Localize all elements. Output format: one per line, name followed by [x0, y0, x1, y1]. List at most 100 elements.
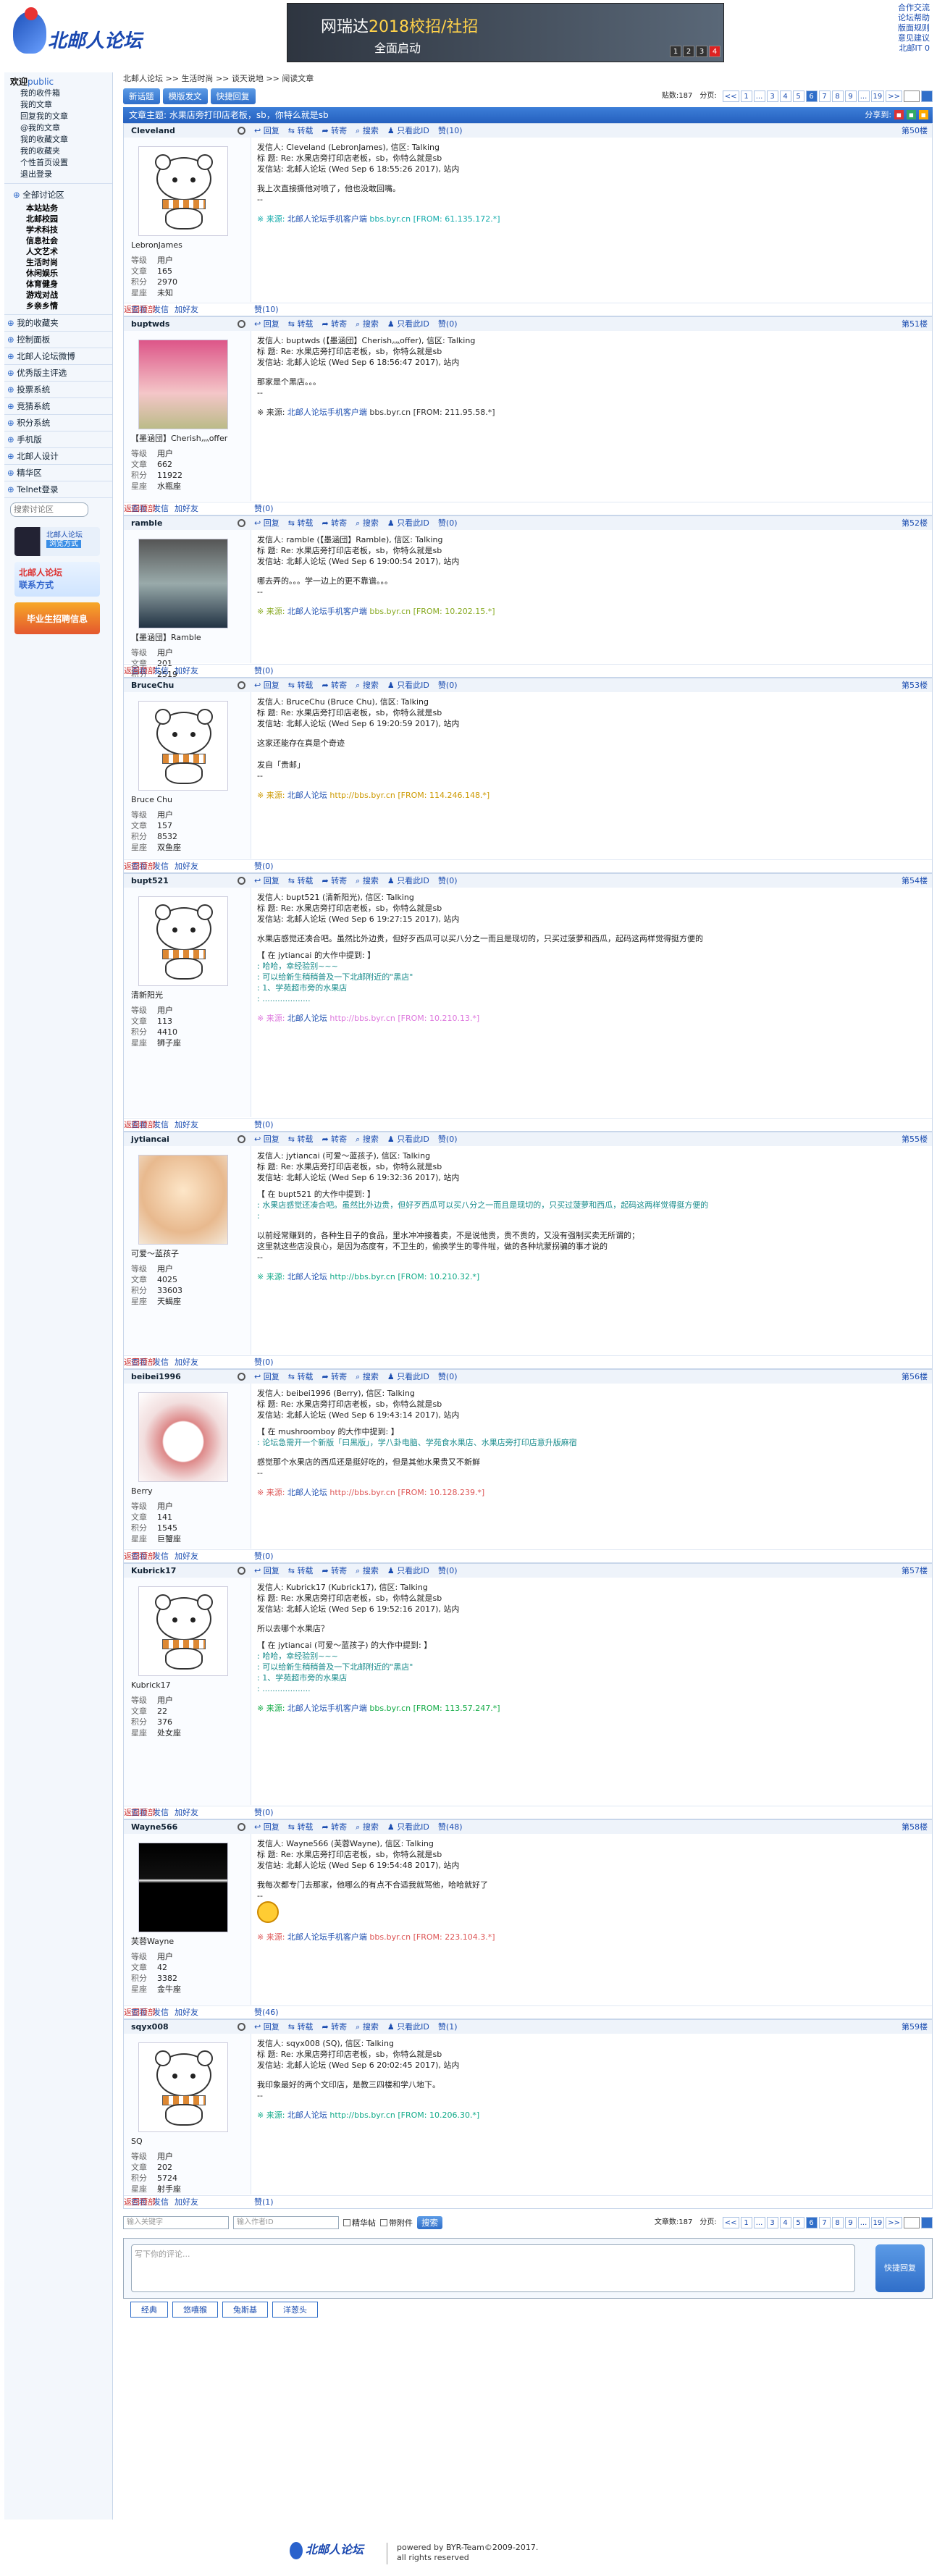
reply-button[interactable]: ↩ 回复	[254, 1820, 280, 1834]
back-to-top-link[interactable]: 返回顶部	[124, 2006, 932, 2019]
praise-count[interactable]: 赞(10)	[438, 124, 463, 138]
source-link[interactable]: 北邮人论坛手机客户端	[287, 1932, 367, 1942]
transfer-button[interactable]: ➦ 转寄	[322, 874, 347, 888]
floor-number[interactable]: 第58楼	[902, 1820, 932, 1834]
banner-dot[interactable]: 3	[696, 46, 707, 57]
post-author-id[interactable]: Cleveland	[124, 124, 251, 138]
emoji-tab[interactable]: 悠嘻猴	[172, 2302, 218, 2318]
sidebar-section-link[interactable]: 竞猜系统	[4, 398, 112, 415]
footer-logo[interactable]: 北邮人论坛	[290, 2540, 364, 2559]
post-author-id[interactable]: beibei1996	[124, 1370, 251, 1384]
page-link[interactable]: >>	[886, 91, 902, 102]
floor-number[interactable]: 第52楼	[902, 516, 932, 530]
page-link[interactable]: 1	[740, 2217, 752, 2228]
page-link[interactable]: 1	[740, 91, 752, 102]
source-link[interactable]: 北邮人论坛手机客户端	[287, 1704, 367, 1713]
back-to-top-link[interactable]: 返回顶部	[124, 1356, 932, 1368]
praise-count[interactable]: 赞(0)	[438, 678, 458, 692]
top-link[interactable]: 意见建议	[898, 33, 930, 43]
attachment-checkbox[interactable]: 带附件	[380, 2217, 413, 2228]
avatar[interactable]	[138, 539, 228, 628]
only-author-button[interactable]: ♟ 只看此ID	[387, 1564, 429, 1578]
avatar[interactable]	[138, 1155, 228, 1245]
avatar[interactable]	[138, 896, 228, 986]
search-post-button[interactable]: ⌕ 搜索	[356, 516, 379, 530]
forward-button[interactable]: ⇆ 转载	[288, 874, 314, 888]
sidebar-section-link[interactable]: 我的收藏夹	[4, 315, 112, 332]
back-to-top-link[interactable]: 返回顶部	[124, 1806, 932, 1819]
page-link[interactable]: ...	[857, 2217, 870, 2228]
search-post-button[interactable]: ⌕ 搜索	[356, 874, 379, 888]
page-go-button[interactable]	[921, 91, 933, 102]
user-menu-link[interactable]: 个性首页设置	[10, 157, 106, 169]
source-link[interactable]: 北邮人论坛	[287, 1014, 327, 1023]
avatar[interactable]	[138, 701, 228, 791]
page-go-button[interactable]	[921, 2217, 933, 2228]
post-author-id[interactable]: ramble	[124, 516, 251, 530]
post-author-id[interactable]: bupt521	[124, 874, 251, 888]
post-author-id[interactable]: sqyx008	[124, 2020, 251, 2034]
page-link[interactable]: 8	[831, 91, 844, 102]
transfer-button[interactable]: ➦ 转寄	[322, 1820, 347, 1834]
avatar[interactable]	[138, 1392, 228, 1482]
sidebar-section-link[interactable]: 投票系统	[4, 382, 112, 398]
page-link[interactable]: 4	[779, 91, 791, 102]
page-link[interactable]: <<	[722, 91, 739, 102]
floor-number[interactable]: 第56楼	[902, 1370, 932, 1384]
banner-dot[interactable]: 4	[709, 46, 720, 57]
praise-count[interactable]: 赞(0)	[438, 1564, 458, 1578]
forward-button[interactable]: ⇆ 转载	[288, 1132, 314, 1146]
board-link[interactable]: 本站站务	[10, 203, 106, 214]
top-link[interactable]: 合作交流	[898, 3, 930, 13]
floor-number[interactable]: 第57楼	[902, 1564, 932, 1578]
emoji-tab[interactable]: 经典	[130, 2302, 168, 2318]
reply-textarea[interactable]: 写下你的评论...	[131, 2244, 855, 2292]
praise-count[interactable]: 赞(0)	[438, 1370, 458, 1384]
user-menu-link[interactable]: @我的文章	[10, 122, 106, 134]
browse-mode-ad[interactable]: 北邮人论坛 浏览方式	[14, 527, 100, 556]
search-post-button[interactable]: ⌕ 搜索	[356, 317, 379, 331]
forward-button[interactable]: ⇆ 转载	[288, 516, 314, 530]
top-link[interactable]: 北邮IT 0	[898, 43, 930, 54]
board-link[interactable]: 学术科技	[10, 224, 106, 235]
page-link[interactable]: ...	[753, 2217, 765, 2228]
crumb-board[interactable]: 谈天说地	[232, 74, 264, 83]
praise-count[interactable]: 赞(0)	[438, 516, 458, 530]
sidebar-section-link[interactable]: 精华区	[4, 465, 112, 481]
page-link[interactable]: >>	[886, 2217, 902, 2228]
only-author-button[interactable]: ♟ 只看此ID	[387, 317, 429, 331]
keyword-input[interactable]: 输入关键字	[123, 2216, 229, 2229]
reply-button[interactable]: ↩ 回复	[254, 1132, 280, 1146]
board-link[interactable]: 体育健身	[10, 279, 106, 290]
praise-count[interactable]: 赞(0)	[438, 317, 458, 331]
page-link[interactable]: 5	[792, 91, 804, 102]
user-menu-link[interactable]: 退出登录	[10, 169, 106, 180]
page-link[interactable]: 7	[818, 91, 831, 102]
source-link[interactable]: 北邮人论坛手机客户端	[287, 607, 367, 616]
quick-reply-submit[interactable]: 快捷回复	[875, 2244, 925, 2292]
back-to-top-link[interactable]: 返回顶部	[124, 1550, 932, 1562]
floor-number[interactable]: 第59楼	[902, 2020, 932, 2034]
board-link[interactable]: 信息社会	[10, 235, 106, 246]
board-link[interactable]: 北邮校园	[10, 214, 106, 224]
sidebar-section-link[interactable]: 手机版	[4, 432, 112, 448]
search-post-button[interactable]: ⌕ 搜索	[356, 2020, 379, 2034]
praise-count[interactable]: 赞(1)	[438, 2020, 458, 2034]
new-topic-button[interactable]: 新话题	[123, 88, 160, 104]
back-to-top-link[interactable]: 返回顶部	[124, 665, 932, 677]
only-author-button[interactable]: ♟ 只看此ID	[387, 124, 429, 138]
sidebar-section-link[interactable]: 北邮人设计	[4, 448, 112, 465]
page-link[interactable]: 6	[805, 2217, 818, 2228]
reply-button[interactable]: ↩ 回复	[254, 317, 280, 331]
banner-dot[interactable]: 1	[670, 46, 681, 57]
reply-button[interactable]: ↩ 回复	[254, 2020, 280, 2034]
source-link[interactable]: 北邮人论坛	[287, 1488, 327, 1497]
digest-checkbox[interactable]: 精华帖	[343, 2217, 376, 2228]
transfer-button[interactable]: ➦ 转寄	[322, 1132, 347, 1146]
emoji-tab[interactable]: 洋葱头	[272, 2302, 318, 2318]
page-link[interactable]: 8	[831, 2217, 844, 2228]
site-logo[interactable]: 北邮人论坛	[10, 7, 148, 59]
crumb-home[interactable]: 北邮人论坛	[123, 74, 163, 83]
back-to-top-link[interactable]: 返回顶部	[124, 2196, 932, 2208]
reply-button[interactable]: ↩ 回复	[254, 124, 280, 138]
